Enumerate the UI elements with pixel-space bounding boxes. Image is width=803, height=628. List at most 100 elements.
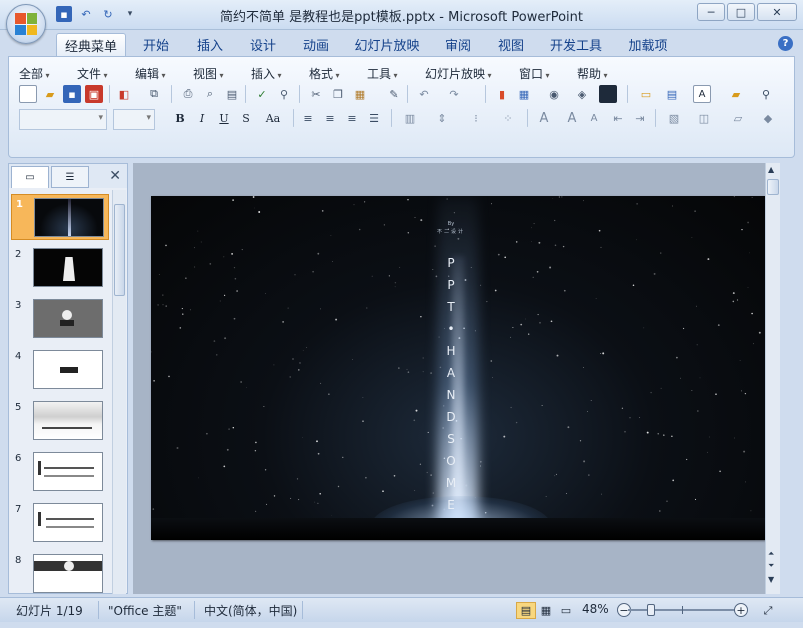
shape-icon[interactable]: ◫ [695,109,713,127]
chart-icon[interactable]: ▮ [493,85,511,103]
shadow-button[interactable]: S [237,109,255,127]
slide-thumbnail[interactable]: 8 [11,551,109,594]
bullets-icon[interactable]: ⁘ [499,109,517,127]
folder-icon[interactable]: ▰ [727,85,745,103]
italic-button[interactable]: I [193,109,211,127]
slide-sorter-view-icon[interactable]: ▦ [536,602,556,619]
minimize-button[interactable]: ─ [697,3,725,21]
align-right-icon[interactable]: ≡ [343,109,361,127]
line-color-icon[interactable] [599,85,617,103]
tab-animations[interactable]: 动画 [296,33,336,56]
slide-thumbnail[interactable]: 7 [11,500,109,546]
shape-fill-icon[interactable]: ▱ [729,109,747,127]
insert-hyperlink-icon[interactable]: ◉ [545,85,563,103]
new-slide-icon[interactable]: ▭ [637,85,655,103]
redo-icon[interactable]: ↻ [100,6,116,22]
fit-to-window-icon[interactable]: ⤢ [758,602,778,619]
research-icon[interactable]: ⚲ [275,85,293,103]
menu-tools[interactable]: 工具 [367,65,398,82]
help-icon[interactable]: ? [778,36,793,51]
justify-icon[interactable]: ☰ [365,109,383,127]
print-icon[interactable]: ⎙ [179,85,197,103]
current-slide[interactable]: By 不二设计 P P T • H A N D S O M E [151,196,765,540]
close-panel-icon[interactable]: ✕ [109,168,121,184]
layout-icon[interactable]: ▤ [223,85,241,103]
align-left-icon[interactable]: ≡ [299,109,317,127]
color-scheme-icon[interactable]: ◈ [573,85,591,103]
tab-insert[interactable]: 插入 [190,33,230,56]
decrease-indent-icon[interactable]: ⇤ [609,109,627,127]
permission-icon[interactable]: ▣ [85,85,103,103]
grow-font-icon[interactable]: A [563,109,581,127]
menu-all[interactable]: 全部 [19,65,50,82]
pdf-icon[interactable]: ◧ [115,85,133,103]
arrange-icon[interactable]: ▧ [665,109,683,127]
cut-icon[interactable]: ✂ [307,85,325,103]
menu-help[interactable]: 帮助 [577,65,608,82]
slide-thumbnail[interactable]: 6 [11,449,109,495]
scrollbar-thumb[interactable] [767,179,779,195]
line-spacing-icon[interactable]: ⇕ [433,109,451,127]
change-case-button[interactable]: Aa [261,109,285,127]
slide-layout-icon[interactable]: ▤ [663,85,681,103]
print-preview-icon[interactable]: ⌕ [201,85,219,103]
fill-bucket-icon[interactable]: ◆ [759,109,777,127]
text-box-icon[interactable]: A [693,85,711,103]
spelling-icon[interactable]: ✓ [253,85,271,103]
zoom-level[interactable]: 48% [582,602,609,616]
tab-home[interactable]: 开始 [136,33,176,56]
undo-icon[interactable]: ↶ [78,6,94,22]
font-color-icon[interactable]: A [535,109,553,127]
shrink-font-icon[interactable]: A [585,109,603,127]
zoom-icon[interactable]: ⚲ [757,85,775,103]
table-icon[interactable]: ▦ [515,85,533,103]
slide-thumbnail[interactable]: 3 [11,296,109,342]
scroll-up-icon[interactable]: ▲ [768,165,774,174]
office-button[interactable] [6,4,46,44]
slide-thumbnail[interactable]: 5 [11,398,109,444]
slide-thumbnail[interactable]: 1 [11,194,109,240]
slide-thumbnail[interactable]: 2 [11,245,109,291]
tab-developer[interactable]: 开发工具 [545,33,607,56]
scrollbar-thumb[interactable] [114,204,125,296]
save-icon[interactable]: ▪ [63,85,81,103]
menu-window[interactable]: 窗口 [519,65,550,82]
tab-add-ins[interactable]: 加载项 [622,33,674,56]
align-center-icon[interactable]: ≡ [321,109,339,127]
menu-slide-show[interactable]: 幻灯片放映 [425,65,492,82]
open-icon[interactable]: ▰ [41,85,59,103]
new-icon[interactable] [19,85,37,103]
tab-slide-show[interactable]: 幻灯片放映 [352,33,422,56]
font-name-combo[interactable] [19,109,107,130]
language-indicator[interactable]: 中文(简体，中国) [204,602,297,619]
copy-icon[interactable]: ❐ [329,85,347,103]
slide-thumbnail[interactable]: 4 [11,347,109,393]
normal-view-icon[interactable]: ▤ [516,602,536,619]
zoom-in-icon[interactable]: + [734,603,748,617]
menu-view[interactable]: 视图 [193,65,224,82]
next-slide-icon[interactable]: ⏷ [768,561,774,571]
maximize-button[interactable]: □ [727,3,755,21]
menu-file[interactable]: 文件 [77,65,108,82]
paste-icon[interactable]: ▦ [351,85,369,103]
tab-outline[interactable]: ☰ [51,166,89,188]
slide-show-view-icon[interactable]: ▭ [556,602,576,619]
close-button[interactable]: ✕ [757,3,797,21]
tab-review[interactable]: 审阅 [438,33,478,56]
customize-qat-icon[interactable]: ▾ [122,6,138,22]
menu-format[interactable]: 格式 [309,65,340,82]
tab-slides-thumbnails[interactable]: ▭ [11,166,49,188]
tab-classic-menu[interactable]: 经典菜单 [56,33,126,56]
bold-button[interactable]: B [171,109,189,127]
publish-icon[interactable]: ⧉ [145,85,163,103]
zoom-slider-knob[interactable] [646,604,655,616]
underline-button[interactable]: U [215,109,233,127]
previous-slide-icon[interactable]: ⏶ [768,549,774,559]
columns-icon[interactable]: ▥ [401,109,419,127]
tab-design[interactable]: 设计 [243,33,283,56]
scroll-down-icon[interactable]: ▼ [768,575,774,584]
redo-icon[interactable]: ↷ [445,85,463,103]
save-icon[interactable]: ▪ [56,6,72,22]
menu-edit[interactable]: 编辑 [135,65,166,82]
numbering-icon[interactable]: ⁝ [467,109,485,127]
